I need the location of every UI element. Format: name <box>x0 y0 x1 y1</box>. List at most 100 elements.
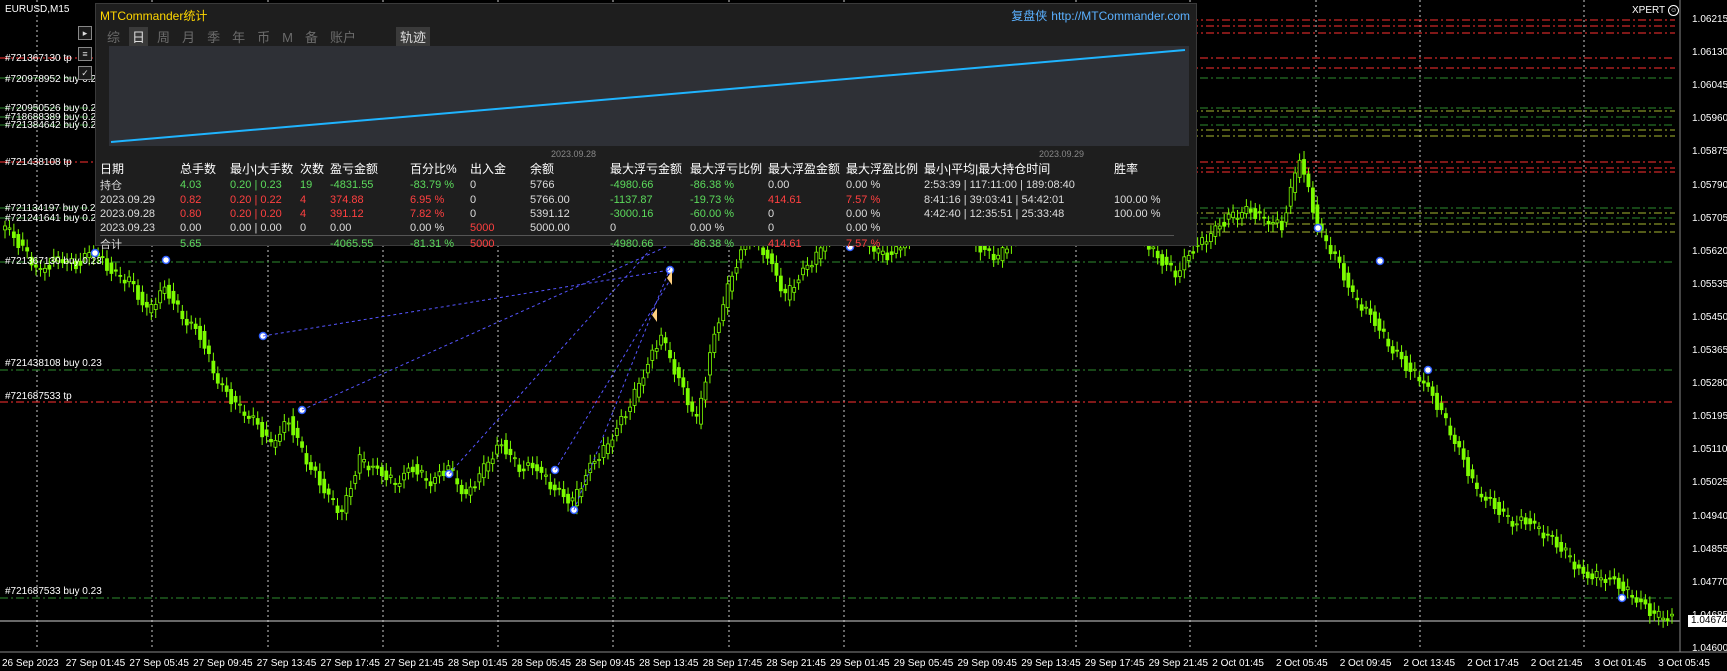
tab-年[interactable]: 年 <box>229 27 248 46</box>
tab-周[interactable]: 周 <box>154 27 173 46</box>
side-check-button[interactable]: ✓ <box>78 66 92 80</box>
time-tick-label: 28 Sep 13:45 <box>639 658 699 669</box>
candle-body <box>1337 256 1342 263</box>
candle-body <box>459 484 464 495</box>
stats-table: 日期 总手数 最小|大手数 次数 盈亏金额 百分比% 出入金 余额 最大浮亏金额 最大浮亏比例 最大… <box>100 160 1174 252</box>
price-tick-label: 1.06215 <box>1692 14 1727 25</box>
candle-body <box>1483 496 1488 501</box>
candle-body <box>725 283 730 308</box>
stats-cell: 4 <box>300 194 307 206</box>
stats-row: 2023.09.23 0.00 0.00 | 0.00 0 0.00 0.00 % 5000… <box>100 221 1174 236</box>
price-tick-label: 1.05110 <box>1692 444 1727 456</box>
candle-body <box>331 498 335 500</box>
stats-cell: 19 <box>300 179 313 191</box>
candle-body <box>344 495 349 514</box>
candle-body <box>393 482 398 485</box>
candle-body <box>1408 362 1413 372</box>
candle-body <box>1399 351 1404 360</box>
xpert-indicator[interactable]: XPERT ☺ <box>1632 5 1680 16</box>
stats-cell: 5000 <box>470 222 495 234</box>
stats-cell: 2:53:39 | 117:11:00 | 189:08:40 <box>924 179 1075 191</box>
candle-body <box>716 322 721 333</box>
price-tick-label: 1.05450 <box>1692 311 1727 323</box>
candle-body <box>778 275 783 292</box>
tab-综[interactable]: 综 <box>104 27 123 46</box>
stats-total-row: 合计 5.65 -4065.55 -81.31 % 5000 -4980.66 -86.38… <box>100 235 1174 252</box>
tab-M[interactable]: M <box>279 30 296 45</box>
candle-body <box>309 462 313 470</box>
candle-body <box>1235 217 1240 220</box>
candle-body <box>1173 270 1178 278</box>
candle-body <box>1155 250 1160 259</box>
trade-marker <box>161 255 171 265</box>
time-tick-label: 27 Sep 21:45 <box>384 658 444 669</box>
candle-body <box>1608 577 1612 580</box>
time-tick-label: 29 Sep 01:45 <box>830 658 890 669</box>
candle-body <box>43 267 47 273</box>
candle-body <box>512 457 517 460</box>
candle-body <box>606 443 610 454</box>
candle-body <box>1519 516 1524 521</box>
equity-line <box>110 49 1186 143</box>
candle-body <box>1381 328 1386 332</box>
candle-body <box>1182 256 1187 271</box>
tab-备[interactable]: 备 <box>302 27 321 46</box>
mtcommander-stats-panel[interactable]: MTCommander统计 复盘侠 http://MTCommander.com … <box>95 3 1197 252</box>
stats-cell: 0.00 % <box>846 222 881 234</box>
candle-body <box>1257 211 1262 214</box>
candle-body <box>1528 518 1533 525</box>
brand-link[interactable]: http://MTCommander.com <box>1051 9 1190 23</box>
candle-body <box>397 482 402 487</box>
candle-body <box>105 258 109 271</box>
stats-cell <box>530 235 610 252</box>
candle-body <box>1497 501 1501 515</box>
side-toggle-button[interactable]: ▸ <box>78 26 92 40</box>
candle-body <box>255 418 260 425</box>
candle-body <box>433 477 437 484</box>
stats-cell: 0.00 % <box>846 208 881 220</box>
candle-body <box>1452 434 1457 445</box>
candle-body <box>1443 413 1448 419</box>
tab-日[interactable]: 日 <box>129 27 149 46</box>
candle-body <box>176 300 180 305</box>
side-settings-button[interactable]: ≡ <box>78 47 92 61</box>
candle-body <box>326 488 331 495</box>
stats-cell: 5000 <box>470 235 530 252</box>
candle-body <box>357 454 362 474</box>
candle-body <box>260 422 265 438</box>
order-label: #721384642 buy 0.23 <box>5 120 102 131</box>
candle-body <box>623 416 628 419</box>
stats-cell: 2023.09.28 <box>100 208 156 220</box>
candle-body <box>149 304 154 314</box>
candle-body <box>1302 159 1306 175</box>
stats-cell: -86.38 % <box>690 179 735 191</box>
stats-cell: 0.00 <box>180 222 202 234</box>
candle-body <box>233 396 238 403</box>
stats-header-cell: 盈亏金额 <box>330 162 379 176</box>
candle-body <box>1576 564 1581 569</box>
candle-body <box>198 325 202 340</box>
price-tick-label: 1.06130 <box>1692 47 1727 59</box>
stats-cell <box>924 221 1114 236</box>
stats-cell: 合计 <box>100 235 180 252</box>
trajectory-button[interactable]: 轨迹 <box>396 27 431 46</box>
tab-月[interactable]: 月 <box>179 27 198 46</box>
candle-body <box>885 252 890 261</box>
time-tick-label: 27 Sep 05:45 <box>129 658 189 669</box>
price-tick-label: 1.04940 <box>1692 510 1727 522</box>
candle-body <box>770 253 774 265</box>
candle-body <box>566 493 570 504</box>
panel-brand[interactable]: 复盘侠 http://MTCommander.com <box>1011 7 1190 24</box>
candle-body <box>1262 216 1267 219</box>
tab-币[interactable]: 币 <box>254 27 273 46</box>
stats-cell: 0 <box>610 222 617 234</box>
price-tick-label: 1.05025 <box>1692 477 1727 489</box>
tab-季[interactable]: 季 <box>204 27 223 46</box>
candle-body <box>1200 237 1204 245</box>
tab-账户[interactable]: 账户 <box>327 27 359 46</box>
candle-body <box>211 360 216 374</box>
candle-body <box>424 478 429 481</box>
candle-body <box>1328 245 1333 255</box>
candle-body <box>699 397 703 425</box>
candle-body <box>419 469 424 473</box>
